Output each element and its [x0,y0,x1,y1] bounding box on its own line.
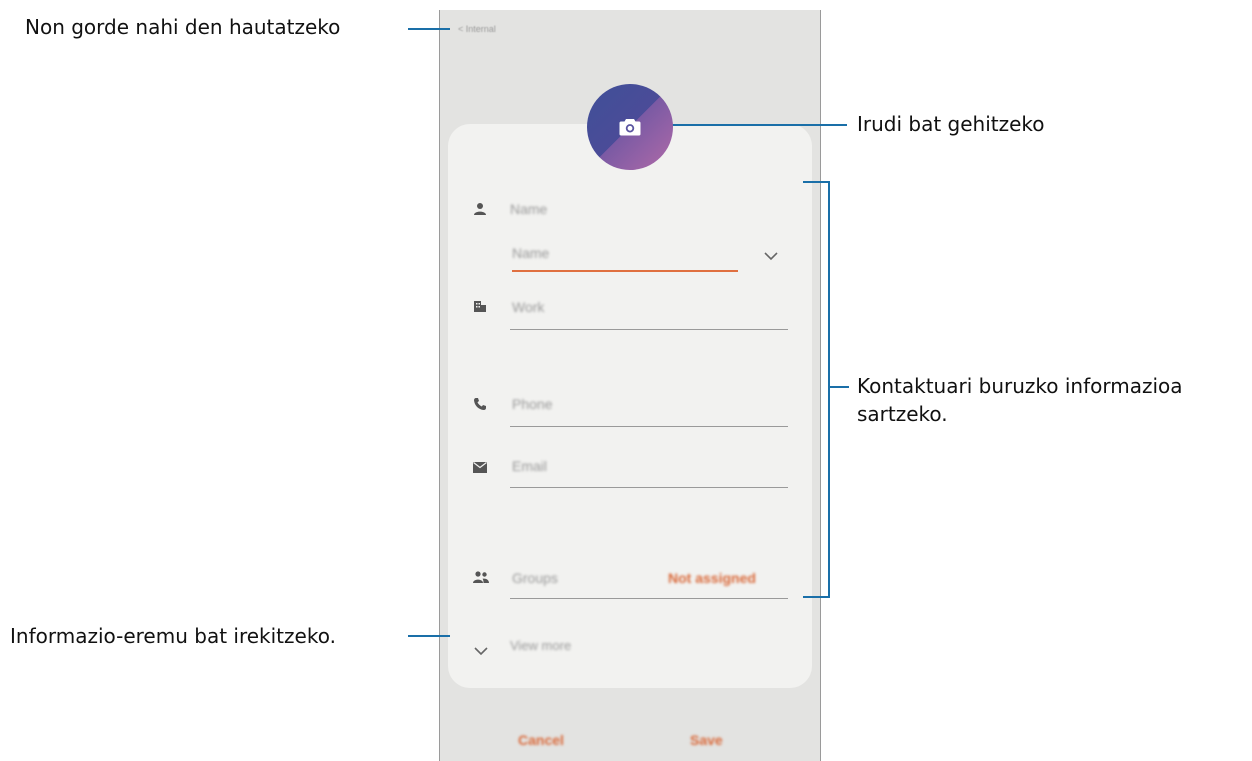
name-section-label: Name [510,201,548,217]
work-underline [510,329,788,330]
phone-screen: < Internal Name Name Work Phone Email Gr… [439,10,821,761]
callout-line-add-image [665,124,847,126]
callout-bracket-top [803,181,830,183]
phone-icon [471,395,489,413]
cancel-button[interactable]: Cancel [518,732,564,748]
storage-selector[interactable]: < Internal [458,24,496,34]
callout-line-save-location [408,28,450,30]
phone-input[interactable]: Phone [512,396,552,412]
callout-open-field: Informazio-eremu bat irekitzeko. [10,624,336,648]
contact-form-card: Name Name Work Phone Email Groups Not as… [448,124,812,688]
email-input[interactable]: Email [512,458,547,474]
phone-underline [510,426,788,427]
person-icon [471,200,489,218]
name-input-underline [512,270,738,272]
save-button[interactable]: Save [690,732,723,748]
group-icon [472,568,490,586]
callout-contact-info-line2: sartzeko. [857,402,948,426]
callout-save-location: Non gorde nahi den hautatzeko [25,15,341,39]
callout-contact-info-line1: Kontaktuari buruzko informazioa [857,374,1183,398]
callout-bracket-vertical [828,181,830,598]
callout-add-image: Irudi bat gehitzeko [857,112,1045,136]
work-input[interactable]: Work [512,299,544,315]
building-icon [471,297,489,315]
groups-value[interactable]: Not assigned [668,570,756,586]
callout-line-contact-info [829,386,849,388]
email-underline [510,487,788,488]
callout-bracket-bottom [803,596,830,598]
camera-icon [619,119,641,136]
view-more-link[interactable]: View more [510,638,571,653]
chevron-down-icon[interactable] [764,248,778,266]
add-image-button[interactable] [587,84,673,170]
email-icon [471,458,489,476]
callout-line-open-field [408,635,450,637]
name-input[interactable]: Name [512,245,549,261]
groups-underline [510,598,788,599]
chevron-down-icon[interactable] [474,643,488,661]
groups-label[interactable]: Groups [512,570,558,586]
